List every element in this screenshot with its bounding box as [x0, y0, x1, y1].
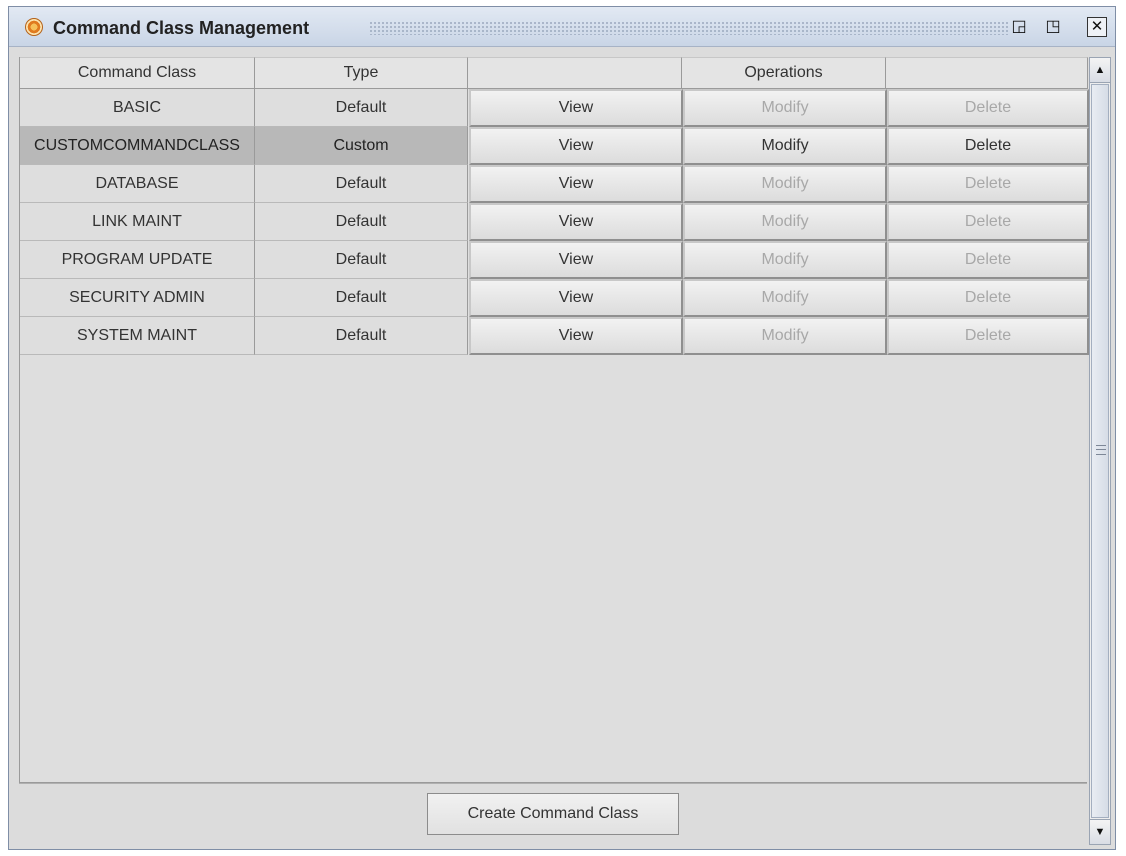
- vertical-scrollbar[interactable]: ▲ ▼: [1089, 57, 1111, 845]
- table-row[interactable]: PROGRAM UPDATE Default View Modify Delete: [20, 241, 1089, 279]
- table-row[interactable]: BASIC Default View Modify Delete: [20, 89, 1089, 127]
- table-row[interactable]: SYSTEM MAINT Default View Modify Delete: [20, 317, 1089, 355]
- modify-button: Modify: [683, 89, 887, 127]
- command-class-name[interactable]: BASIC: [20, 89, 255, 127]
- maximize-icon[interactable]: ◳: [1043, 17, 1063, 37]
- view-button[interactable]: View: [469, 165, 683, 203]
- modify-button: Modify: [683, 203, 887, 241]
- scroll-thumb[interactable]: [1091, 84, 1109, 818]
- modify-button: Modify: [683, 317, 887, 355]
- table-row[interactable]: CUSTOMCOMMANDCLASS Custom View Modify Delete: [20, 127, 1089, 165]
- window-title: Command Class Management: [53, 18, 310, 38]
- close-icon[interactable]: ✕: [1087, 17, 1107, 37]
- command-class-type[interactable]: Default: [255, 279, 468, 317]
- table-row[interactable]: LINK MAINT Default View Modify Delete: [20, 203, 1089, 241]
- delete-button: Delete: [887, 279, 1089, 317]
- header-operations[interactable]: Operations: [682, 57, 886, 89]
- delete-button[interactable]: Delete: [887, 127, 1089, 165]
- delete-button: Delete: [887, 203, 1089, 241]
- view-button[interactable]: View: [469, 241, 683, 279]
- title-bar-grip: [369, 21, 1009, 35]
- delete-button: Delete: [887, 241, 1089, 279]
- modify-button: Modify: [683, 241, 887, 279]
- delete-button: Delete: [887, 317, 1089, 355]
- command-class-type[interactable]: Default: [255, 241, 468, 279]
- delete-button: Delete: [887, 165, 1089, 203]
- header-command-class[interactable]: Command Class: [20, 57, 255, 89]
- command-class-name[interactable]: PROGRAM UPDATE: [20, 241, 255, 279]
- command-class-type[interactable]: Default: [255, 317, 468, 355]
- footer-divider: [19, 783, 1087, 784]
- scroll-up-icon[interactable]: ▲: [1090, 58, 1110, 83]
- iconify-icon[interactable]: ◲: [1009, 17, 1029, 37]
- modify-button: Modify: [683, 279, 887, 317]
- header-type[interactable]: Type: [255, 57, 468, 89]
- table-row[interactable]: SECURITY ADMIN Default View Modify Delete: [20, 279, 1089, 317]
- command-class-name[interactable]: DATABASE: [20, 165, 255, 203]
- header-blank-2[interactable]: [886, 57, 1088, 89]
- command-class-type[interactable]: Custom: [255, 127, 468, 165]
- scroll-down-icon[interactable]: ▼: [1090, 819, 1110, 844]
- table-row[interactable]: DATABASE Default View Modify Delete: [20, 165, 1089, 203]
- header-blank-1[interactable]: [468, 57, 682, 89]
- modify-button[interactable]: Modify: [683, 127, 887, 165]
- command-class-table: Command Class Type Operations BASIC Defau…: [19, 57, 1089, 783]
- view-button[interactable]: View: [469, 317, 683, 355]
- command-class-type[interactable]: Default: [255, 89, 468, 127]
- command-class-name[interactable]: LINK MAINT: [20, 203, 255, 241]
- create-command-class-button[interactable]: Create Command Class: [427, 793, 679, 835]
- modify-button: Modify: [683, 165, 887, 203]
- view-button[interactable]: View: [469, 89, 683, 127]
- scroll-grip-icon: [1096, 445, 1106, 455]
- view-button[interactable]: View: [469, 127, 683, 165]
- view-button[interactable]: View: [469, 203, 683, 241]
- view-button[interactable]: View: [469, 279, 683, 317]
- title-bar[interactable]: Command Class Management ◲ ◳ ✕: [9, 7, 1115, 47]
- command-class-name[interactable]: SECURITY ADMIN: [20, 279, 255, 317]
- delete-button: Delete: [887, 89, 1089, 127]
- command-class-type[interactable]: Default: [255, 165, 468, 203]
- command-class-name[interactable]: SYSTEM MAINT: [20, 317, 255, 355]
- command-class-window: Command Class Management ◲ ◳ ✕ Command C…: [8, 6, 1116, 850]
- command-class-name[interactable]: CUSTOMCOMMANDCLASS: [20, 127, 255, 165]
- app-icon: [25, 18, 43, 36]
- command-class-type[interactable]: Default: [255, 203, 468, 241]
